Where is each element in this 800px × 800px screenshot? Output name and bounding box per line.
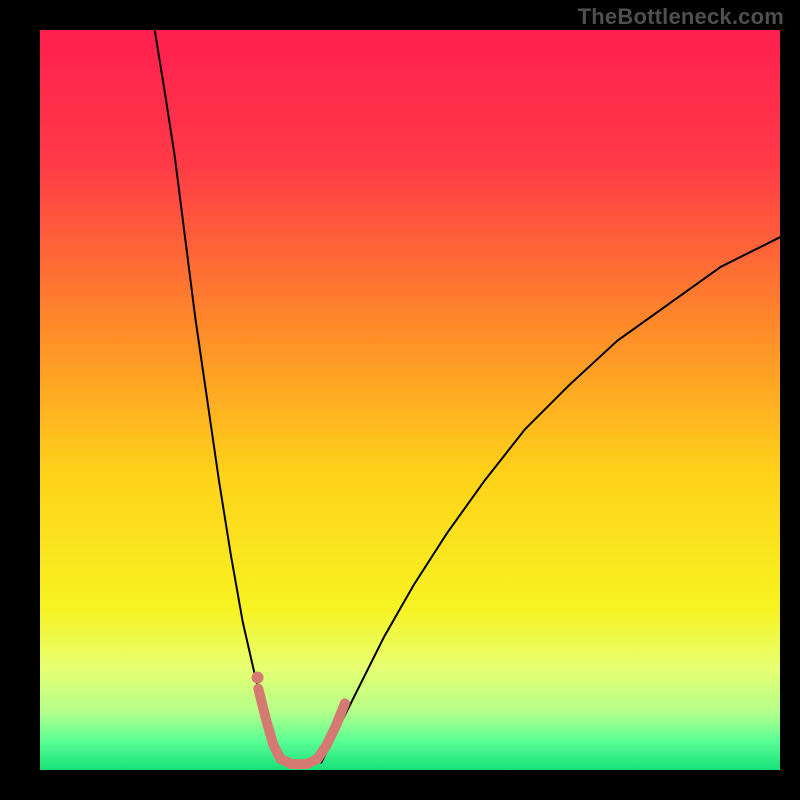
- series-highlight-segment: [258, 689, 345, 764]
- curves-layer: [40, 30, 780, 770]
- watermark-text: TheBottleneck.com: [578, 4, 784, 30]
- plot-area: [40, 30, 780, 770]
- chart-frame: TheBottleneck.com: [0, 0, 800, 800]
- series-right-branch: [321, 237, 780, 762]
- series-highlight-dot: [252, 672, 264, 684]
- series-left-branch: [155, 30, 281, 763]
